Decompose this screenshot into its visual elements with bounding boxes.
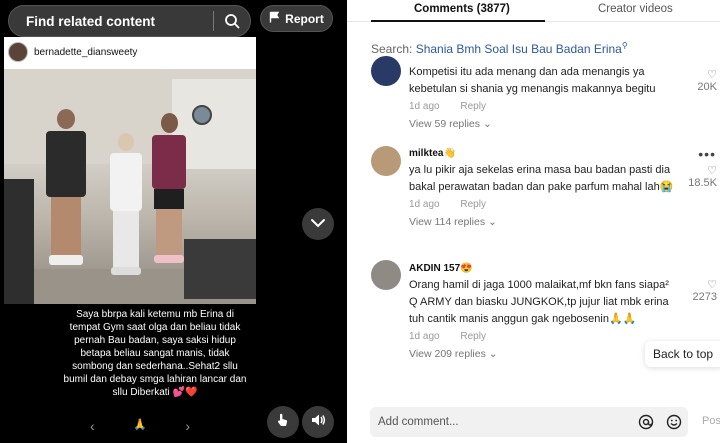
comment-meta: 1d ago Reply: [409, 199, 689, 210]
post-header: bernadette_diansweety: [4, 37, 256, 67]
volume-button[interactable]: [302, 406, 334, 438]
reply-button[interactable]: Reply: [460, 101, 486, 112]
post-username: bernadette_diansweety: [34, 46, 138, 58]
comment-meta: 1d ago Reply: [409, 331, 689, 342]
gym-machine-left: [4, 179, 34, 304]
gym-photo: [4, 69, 256, 304]
emoji-icon[interactable]: [660, 414, 688, 430]
like-button[interactable]: ♡ 18.5K: [687, 164, 717, 189]
post-comment-button[interactable]: Post: [702, 415, 720, 427]
prev-slide-button[interactable]: ‹: [90, 418, 95, 434]
next-slide-button[interactable]: ›: [185, 418, 190, 434]
active-tab-indicator: [371, 20, 545, 22]
view-replies-button[interactable]: View 59 replies ⌄: [409, 118, 689, 130]
video-pane: Find related content Report bernadette_d…: [0, 0, 347, 443]
view-replies-button[interactable]: View 114 replies ⌄: [409, 216, 689, 228]
wall-clock: [192, 105, 212, 125]
like-button[interactable]: ♡ 2273: [687, 278, 717, 303]
mention-icon[interactable]: [632, 414, 660, 430]
add-comment-placeholder: Add comment...: [378, 416, 459, 428]
like-count: 18.5K: [688, 177, 717, 189]
comment-time: 1d ago: [409, 101, 440, 112]
search-icon[interactable]: [214, 13, 250, 29]
like-button[interactable]: ♡ 20K: [687, 68, 717, 93]
comment-avatar[interactable]: [371, 146, 401, 176]
search-icon: ⚲: [621, 41, 628, 50]
comment-item: milktea👋 ya lu pikir aja sekelas erina m…: [371, 146, 720, 256]
comment-meta: 1d ago Reply: [409, 101, 689, 112]
reply-button[interactable]: Reply: [460, 199, 486, 210]
add-comment-input[interactable]: Add comment...: [370, 407, 688, 437]
post-avatar: [8, 42, 28, 62]
back-to-top-button[interactable]: Back to top: [645, 341, 720, 367]
find-related-label: Find related content: [26, 13, 156, 29]
chevron-down-icon: ⌄: [488, 216, 497, 228]
effects-button[interactable]: [267, 406, 299, 438]
comment-avatar[interactable]: [371, 260, 401, 290]
chevron-down-icon: [310, 215, 326, 233]
heart-icon: ♡: [707, 165, 717, 177]
more-options-icon[interactable]: •••: [698, 146, 716, 162]
chevron-down-icon: ⌄: [482, 118, 492, 130]
video-caption: Saya bbrpa kali ketemu mb Erina di tempa…: [63, 309, 247, 398]
comment-text: Kompetisi itu ada menang dan ada menangi…: [409, 66, 656, 95]
volume-icon: [310, 412, 326, 433]
report-label: Report: [285, 11, 324, 26]
slide-indicator: 🙏: [133, 419, 147, 431]
comment-time: 1d ago: [409, 199, 440, 210]
comment-text: ya lu pikir aja sekelas erina masa bau b…: [409, 164, 674, 193]
heart-icon: ♡: [707, 279, 717, 291]
like-count: 2273: [692, 291, 717, 303]
tab-comments[interactable]: Comments (3877): [414, 3, 510, 15]
find-related-search[interactable]: Find related content: [8, 5, 251, 37]
hand-cursor-icon: [275, 412, 291, 433]
person-man: [44, 109, 88, 265]
heart-icon: ♡: [707, 69, 717, 81]
person-woman-white: [108, 133, 144, 275]
scroll-down-button[interactable]: [302, 208, 334, 240]
comment-username[interactable]: milktea👋: [409, 148, 689, 162]
chevron-down-icon: ⌄: [488, 348, 498, 360]
person-woman-maroon: [150, 113, 188, 263]
comments-tabs: Comments (3877) Creator videos: [347, 0, 720, 22]
comment-avatar[interactable]: [371, 56, 401, 86]
flag-icon: [269, 11, 280, 26]
slide-navigation: ‹ 🙏 ›: [90, 418, 190, 434]
comment-time: 1d ago: [409, 331, 440, 342]
reply-button[interactable]: Reply: [460, 331, 486, 342]
report-button[interactable]: Report: [260, 5, 333, 32]
tab-creator-videos[interactable]: Creator videos: [598, 3, 673, 15]
comment-text: Orang hamil di jaga 1000 malaikat,mf bkn…: [409, 279, 669, 325]
comment-username[interactable]: AKDIN 157😍: [409, 263, 689, 277]
embedded-post-image: bernadette_diansweety: [4, 37, 256, 304]
like-count: 20K: [697, 81, 717, 93]
comment-item: Kompetisi itu ada menang dan ada menangi…: [371, 52, 720, 140]
gym-machine-right: [184, 239, 256, 299]
comments-panel: Comments (3877) Creator videos Search: S…: [347, 0, 720, 443]
